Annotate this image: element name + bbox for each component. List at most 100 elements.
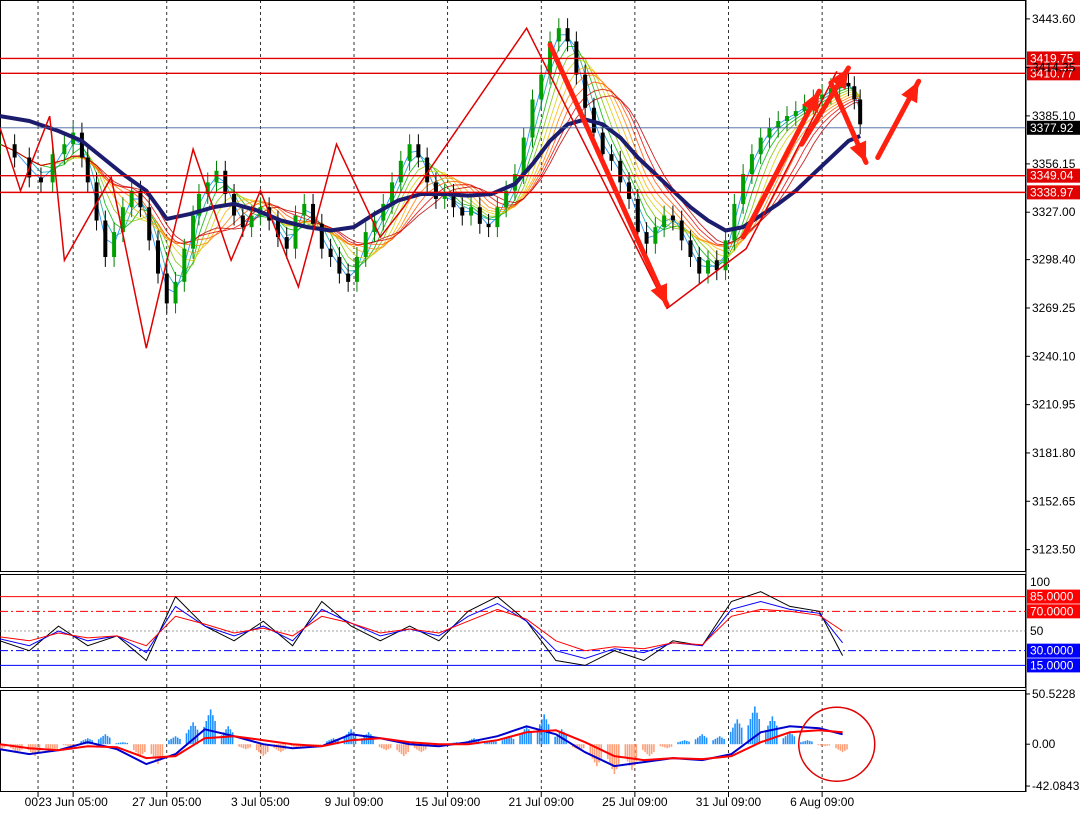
candle-body-60 [539,74,544,100]
macd-tick-label-1: 0.00 [1032,737,1056,751]
x-tick-label-6: 21 Jul 09:00 [509,795,575,809]
candle-body-77 [688,240,693,257]
candle-body-13 [129,190,134,208]
ribbon-line-6 [0,74,861,250]
candle-body-53 [477,207,482,224]
osc-level-label-1: 70.0000 [1030,604,1074,618]
candle-body-80 [714,260,719,271]
candle-body-62 [556,28,561,42]
price-tick-label-7: 3240.10 [1032,349,1076,363]
candle-body-72 [644,232,649,244]
candle-body-37 [337,256,342,274]
osc-tick-label-1: 50 [1030,624,1044,638]
candle-body-65 [583,74,588,108]
candle-body-59 [530,99,535,138]
candle-body-33 [302,203,307,216]
price-tick-label-3: 3356.15 [1032,157,1076,171]
osc-line-1 [0,600,843,660]
x-tick-label-0: 00 [25,795,39,809]
annotation-arrow-shaft-1 [740,88,822,240]
candle-body-51 [460,207,465,216]
candle-body-73 [653,227,658,244]
candle-body-97 [858,99,863,125]
candle-body-24 [223,170,228,194]
candle-body-43 [390,182,395,204]
macd-tick-label-2: -42.0843 [1032,779,1080,793]
candle-body-67 [600,132,605,155]
candle-body-36 [328,248,333,257]
candle-body-0 [0,144,2,146]
candle-body-27 [249,215,254,228]
price-pane-frame [0,0,1026,572]
ribbon-line-5 [0,66,861,254]
x-tick-label-4: 9 Jul 09:00 [325,795,384,809]
osc-level-label-2: 30.0000 [1030,644,1074,658]
macd-tick-label-0: 50.5228 [1032,687,1076,701]
candle-body-96 [852,86,857,100]
candle-body-45 [407,144,412,161]
candle-body-31 [284,237,289,249]
candle-body-11 [112,232,117,257]
candle-body-44 [398,160,403,183]
osc-line-2 [0,608,843,652]
price-tick-label-8: 3210.95 [1032,398,1076,412]
x-tick-label-5: 15 Jul 09:00 [415,795,481,809]
price-tick-label-9: 3181.80 [1032,446,1076,460]
candle-body-16 [155,240,160,274]
x-tick-label-1: 23 Jun 05:00 [38,795,108,809]
candle-body-38 [346,273,351,282]
level-label-3: 3338.97 [1030,185,1074,199]
candle-body-74 [662,215,667,228]
candle-body-23 [214,170,219,183]
grid-layer [0,0,1026,792]
candle-body-82 [732,203,737,241]
candle-body-1 [12,144,17,158]
x-tick-label-9: 6 Aug 09:00 [790,795,854,809]
chart-svg: 3419.753410.773349.043338.973377.923443.… [0,0,1080,809]
candle-body-83 [741,174,746,204]
candle-body-76 [679,220,684,241]
candle-body-75 [670,215,675,221]
candle-body-52 [469,207,474,216]
ribbon-line-3 [0,51,861,271]
candle-body-95 [846,82,851,87]
candle-body-86 [767,127,772,138]
price-layer [0,18,1026,349]
osc-level-label-0: 85.0000 [1030,590,1074,604]
candle-body-78 [697,256,702,274]
x-tick-label-8: 31 Jul 09:00 [696,795,762,809]
chart-root: 3419.75 3410.77 3349.04 3338.97 3377.92 3443.… [0,0,1090,809]
candle-body-79 [706,260,711,274]
candle-body-69 [618,160,623,183]
price-tick-label-6: 3269.25 [1032,301,1076,315]
annotation-arrow-shaft-0 [547,42,670,308]
price-tick-label-2: 3385.10 [1032,109,1076,123]
candle-body-32 [293,215,298,249]
candle-body-19 [182,248,187,282]
price-tick-label-0: 3443.60 [1032,12,1076,26]
candle-body-26 [240,215,245,228]
price-tick-label-11: 3123.50 [1032,543,1076,557]
candle-body-10 [103,220,108,257]
candle-body-70 [627,182,632,199]
candle-body-3 [38,177,43,183]
candle-body-15 [147,207,152,241]
candle-body-18 [173,281,178,304]
candle-body-56 [504,190,509,208]
candle-body-7 [79,132,84,158]
candle-body-68 [609,154,614,161]
candle-body-63 [565,28,570,42]
price-tick-label-4: 3327.00 [1032,205,1076,219]
candle-body-8 [85,157,90,183]
ribbon-line-1 [0,36,861,288]
x-tick-label-7: 25 Jul 09:00 [602,795,668,809]
candle-body-40 [363,232,368,257]
osc-tick-label-0: 100 [1030,575,1050,589]
candle-body-17 [164,273,169,304]
x-tick-label-3: 3 Jul 05:00 [231,795,290,809]
candle-body-88 [785,116,790,122]
candle-body-71 [635,198,640,233]
candle-body-34 [311,203,316,224]
candle-body-84 [749,154,754,175]
x-tick-label-2: 27 Jun 05:00 [132,795,202,809]
